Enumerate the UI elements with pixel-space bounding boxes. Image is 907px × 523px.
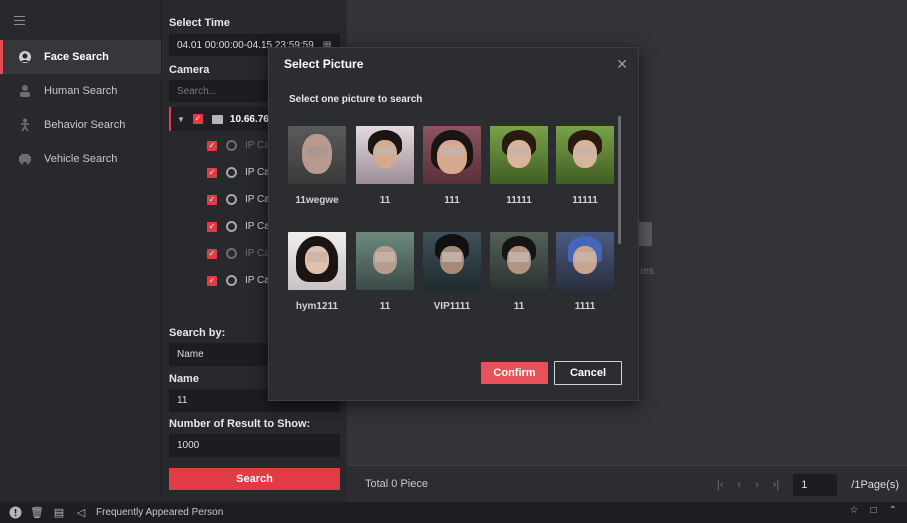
camera-item[interactable]: ✓ IP Ca bbox=[207, 132, 270, 159]
vehicle-search-icon bbox=[18, 152, 32, 166]
prev-page-icon[interactable]: ‹ bbox=[737, 479, 741, 491]
nav-item-vehicle-search[interactable]: Vehicle Search bbox=[0, 142, 161, 176]
confirm-button[interactable]: Confirm bbox=[481, 362, 548, 384]
camera-icon bbox=[226, 140, 237, 151]
camera-icon bbox=[226, 275, 237, 286]
search-by-label: Search by: bbox=[169, 327, 226, 339]
nav-item-label: Human Search bbox=[44, 85, 118, 97]
picture-name: 11111 bbox=[572, 195, 598, 206]
picture-thumbnail[interactable] bbox=[490, 126, 548, 184]
pin-icon[interactable]: ☆ bbox=[850, 505, 859, 516]
maximize-icon[interactable]: □ bbox=[871, 505, 877, 516]
picture-name: VIP1111 bbox=[433, 301, 471, 312]
camera-icon bbox=[226, 194, 237, 205]
picture-name: 111 bbox=[444, 195, 460, 206]
nav-item-behavior-search[interactable]: Behavior Search bbox=[0, 108, 161, 142]
pagination: |‹ ‹ › ›| 1 /1Page(s) bbox=[717, 474, 899, 496]
page-number-input[interactable]: 1 bbox=[793, 474, 838, 496]
trash-icon[interactable]: 🗑 bbox=[30, 506, 44, 520]
picture-thumbnail[interactable] bbox=[556, 232, 614, 290]
total-count: Total 0 Piece bbox=[365, 478, 428, 490]
result-count-input[interactable]: 1000 bbox=[169, 434, 340, 457]
picture-name: 1111 bbox=[574, 301, 596, 312]
status-bar: 🗑 ▤ ◁ Frequently Appeared Person ☆ □ ⌃ bbox=[0, 502, 907, 523]
status-label[interactable]: Frequently Appeared Person bbox=[96, 507, 223, 518]
dialog-title: Select Picture bbox=[284, 57, 364, 71]
picture-thumbnail[interactable] bbox=[288, 126, 346, 184]
collapse-up-icon[interactable]: ⌃ bbox=[889, 505, 897, 516]
nav-item-label: Behavior Search bbox=[44, 119, 126, 131]
picture-name: 11 bbox=[379, 301, 391, 312]
folder-icon bbox=[211, 114, 223, 124]
next-page-icon[interactable]: › bbox=[755, 479, 759, 491]
camera-label-text: IP Ca bbox=[245, 167, 270, 178]
name-label: Name bbox=[169, 373, 199, 385]
window-icon[interactable]: ▤ bbox=[52, 506, 66, 520]
camera-icon bbox=[226, 221, 237, 232]
picture-name: 11 bbox=[379, 195, 391, 206]
picture-name: 11wegwe bbox=[295, 195, 339, 206]
camera-icon bbox=[226, 167, 237, 178]
checkbox-icon[interactable]: ✓ bbox=[207, 221, 217, 232]
select-time-label: Select Time bbox=[169, 17, 230, 29]
cancel-button[interactable]: Cancel bbox=[554, 361, 622, 385]
picture-name: 11111 bbox=[506, 195, 532, 206]
picture-thumbnail[interactable] bbox=[423, 232, 481, 290]
speaker-icon[interactable]: ◁ bbox=[74, 506, 88, 520]
camera-label: Camera bbox=[169, 64, 210, 76]
result-count-label: Number of Result to Show: bbox=[169, 418, 311, 430]
checkbox-icon[interactable]: ✓ bbox=[207, 140, 217, 151]
dialog-subtitle: Select one picture to search bbox=[289, 94, 423, 105]
picture-thumbnail[interactable] bbox=[556, 126, 614, 184]
camera-item[interactable]: ✓ IP Ca bbox=[207, 267, 270, 294]
picture-thumbnail[interactable] bbox=[356, 126, 414, 184]
camera-item[interactable]: ✓ IP Ca bbox=[207, 186, 270, 213]
camera-icon bbox=[226, 248, 237, 259]
nav-item-label: Face Search bbox=[44, 51, 109, 63]
picture-name: 11 bbox=[513, 301, 525, 312]
alarm-icon[interactable] bbox=[8, 506, 22, 520]
nav-item-label: Vehicle Search bbox=[44, 153, 118, 165]
checkbox-icon[interactable]: ✓ bbox=[192, 114, 203, 124]
search-button[interactable]: Search bbox=[169, 468, 340, 490]
behavior-search-icon bbox=[18, 118, 32, 132]
last-page-icon[interactable]: ›| bbox=[773, 479, 780, 491]
dialog-scrollbar[interactable] bbox=[618, 116, 621, 244]
camera-item[interactable]: ✓ IP Ca bbox=[207, 213, 270, 240]
checkbox-icon[interactable]: ✓ bbox=[207, 194, 217, 205]
camera-label-text: IP Ca bbox=[245, 140, 270, 151]
picture-thumbnail[interactable] bbox=[423, 126, 481, 184]
tree-root-label: 10.66.76. bbox=[229, 113, 272, 125]
collapse-arrow-icon[interactable]: ▼ bbox=[177, 115, 185, 124]
camera-label-text: IP Ca bbox=[245, 248, 270, 259]
camera-label-text: IP Ca bbox=[245, 194, 270, 205]
face-search-icon bbox=[18, 50, 32, 64]
camera-list: ✓ IP Ca ✓ IP Ca ✓ IP Ca ✓ IP Ca ✓ IP Ca ✓ IP C… bbox=[207, 132, 270, 294]
checkbox-icon[interactable]: ✓ bbox=[207, 275, 217, 286]
no-result-text: res bbox=[640, 266, 654, 277]
nav-item-face-search[interactable]: Face Search bbox=[0, 40, 161, 74]
picture-thumbnail[interactable] bbox=[490, 232, 548, 290]
nav-item-human-search[interactable]: Human Search bbox=[0, 74, 161, 108]
status-right-controls: ☆ □ ⌃ bbox=[850, 505, 897, 516]
picture-thumbnail[interactable] bbox=[356, 232, 414, 290]
hamburger-menu-icon[interactable] bbox=[14, 15, 25, 25]
picture-thumbnail[interactable] bbox=[288, 232, 346, 290]
nav-header bbox=[0, 0, 161, 40]
select-picture-dialog: Select Picture ✕ Select one picture to s… bbox=[268, 47, 639, 401]
close-icon[interactable]: ✕ bbox=[616, 56, 628, 73]
checkbox-icon[interactable]: ✓ bbox=[207, 248, 217, 259]
camera-label-text: IP Ca bbox=[245, 221, 270, 232]
camera-item[interactable]: ✓ IP Ca bbox=[207, 240, 270, 267]
left-nav: Face Search Human Search Behavior Search… bbox=[0, 0, 162, 502]
results-footer: Total 0 Piece |‹ ‹ › ›| 1 /1Page(s) bbox=[347, 465, 907, 502]
first-page-icon[interactable]: |‹ bbox=[717, 479, 724, 491]
checkbox-icon[interactable]: ✓ bbox=[207, 167, 217, 178]
page-total: /1Page(s) bbox=[851, 479, 899, 491]
camera-item[interactable]: ✓ IP Ca bbox=[207, 159, 270, 186]
camera-label-text: IP Ca bbox=[245, 275, 270, 286]
human-search-icon bbox=[18, 84, 32, 98]
picture-name: hym1211 bbox=[295, 301, 339, 312]
